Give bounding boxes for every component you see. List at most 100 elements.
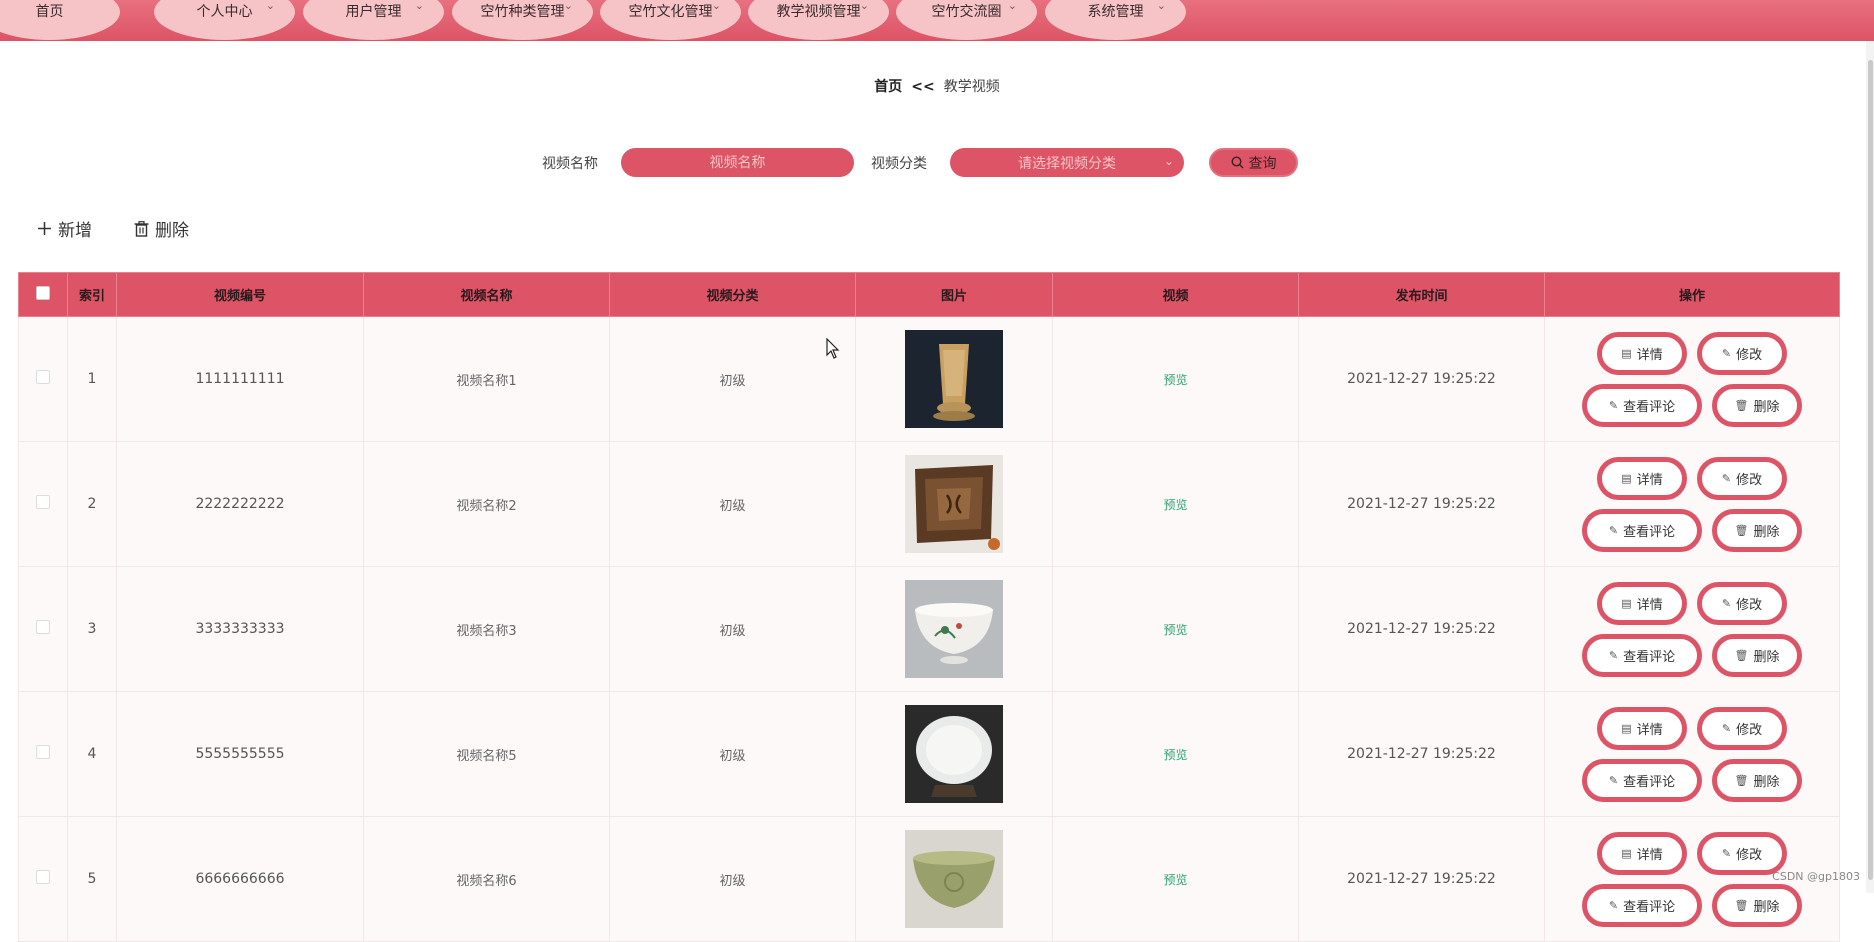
cell-video: 预览: [1052, 566, 1299, 692]
nav-item-user-management[interactable]: 用户管理 ⌄: [303, 0, 444, 40]
row-checkbox[interactable]: [36, 745, 50, 759]
nav-item-label: 用户管理: [345, 4, 402, 20]
video-preview-link[interactable]: 预览: [1163, 373, 1187, 387]
pencil-icon: ✎: [1721, 596, 1732, 610]
cell-image: [855, 566, 1053, 692]
detail-button[interactable]: ▤ 详情: [1597, 706, 1687, 750]
nav-item-diabolo-community[interactable]: 空竹交流圈 ⌄: [896, 0, 1037, 40]
trash-icon: 🗑: [1734, 898, 1749, 912]
row-checkbox[interactable]: [36, 870, 50, 884]
video-preview-link[interactable]: 预览: [1163, 623, 1187, 637]
delete-button[interactable]: 🗑 删除: [1712, 383, 1802, 427]
cell-video-category: 初级: [609, 566, 856, 692]
porcelain-bowl-photo[interactable]: [905, 580, 1003, 678]
cell-video-no: 5555555555: [116, 691, 364, 817]
edit-button[interactable]: ✎ 修改: [1697, 581, 1787, 625]
detail-button-label: 详情: [1636, 597, 1663, 613]
row-select-cell: [18, 816, 68, 942]
video-preview-link[interactable]: 预览: [1163, 748, 1187, 762]
delete-button-label: 删除: [1753, 774, 1780, 790]
delete-button[interactable]: 🗑 删除: [1712, 508, 1802, 552]
detail-button[interactable]: ▤ 详情: [1597, 331, 1687, 375]
nav-item-label: 首页: [35, 4, 64, 20]
delete-button[interactable]: 🗑 删除: [1712, 883, 1802, 927]
cell-actions: ▤ 详情 ✎ 修改 ✎ 查看评论 🗑 删除: [1544, 691, 1840, 817]
nav-item-diabolo-culture[interactable]: 空竹文化管理 ⌄: [600, 0, 741, 40]
nav-item-personal-center[interactable]: 个人中心 ⌄: [154, 0, 295, 40]
video-category-select[interactable]: 请选择视频分类 ⌄: [950, 148, 1184, 177]
cell-image: [855, 316, 1053, 442]
view-comments-button[interactable]: ✎ 查看评论: [1582, 633, 1702, 677]
edit-button-label: 修改: [1736, 597, 1763, 613]
row-checkbox[interactable]: [36, 370, 50, 384]
view-comments-button-label: 查看评论: [1623, 649, 1676, 665]
nav-item-teaching-videos[interactable]: 教学视频管理 ⌄: [748, 0, 889, 40]
view-comments-button[interactable]: ✎ 查看评论: [1582, 883, 1702, 927]
query-button[interactable]: 查询: [1209, 148, 1298, 177]
view-comments-button-label: 查看评论: [1623, 774, 1676, 790]
table-row: 2 2222222222 视频名称2 初级 预览 2021-12-27 19:2…: [18, 441, 1840, 567]
row-select-cell: [18, 441, 68, 567]
chevron-down-icon: ⌄: [563, 0, 573, 12]
cell-video-category: 初级: [609, 441, 856, 567]
view-comments-button[interactable]: ✎ 查看评论: [1582, 758, 1702, 802]
cell-index: 1: [67, 316, 117, 442]
chevron-down-icon: ⌄: [265, 0, 275, 12]
video-name-input[interactable]: [621, 148, 854, 177]
detail-button[interactable]: ▤ 详情: [1597, 581, 1687, 625]
jade-cup-photo[interactable]: [905, 330, 1003, 428]
plus-icon: [38, 222, 51, 235]
breadcrumb-current: 教学视频: [943, 79, 1000, 95]
row-checkbox[interactable]: [36, 495, 50, 509]
cell-video-no: 6666666666: [116, 816, 364, 942]
carved-tray-photo[interactable]: [905, 455, 1003, 553]
cell-publish-time: 2021-12-27 19:25:22: [1298, 566, 1545, 692]
document-icon: ▤: [1621, 846, 1632, 860]
nav-item-diabolo-types[interactable]: 空竹种类管理 ⌄: [452, 0, 593, 40]
view-comments-button[interactable]: ✎ 查看评论: [1582, 383, 1702, 427]
edit-button[interactable]: ✎ 修改: [1697, 706, 1787, 750]
view-comments-button-label: 查看评论: [1623, 524, 1676, 540]
delete-button[interactable]: 🗑 删除: [1712, 633, 1802, 677]
chevron-down-icon: ⌄: [711, 0, 721, 12]
watermark: CSDN @gp1803: [1772, 870, 1860, 883]
row-select-cell: [18, 691, 68, 817]
detail-button[interactable]: ▤ 详情: [1597, 831, 1687, 875]
header-video-no: 视频编号: [116, 272, 364, 317]
cell-image: [855, 691, 1053, 817]
cell-index: 2: [67, 441, 117, 567]
nav-item-home[interactable]: 首页: [0, 0, 120, 40]
video-preview-link[interactable]: 预览: [1163, 498, 1187, 512]
trash-icon: 🗑: [1734, 398, 1749, 412]
edit-button[interactable]: ✎ 修改: [1697, 831, 1787, 875]
edit-button-label: 修改: [1736, 472, 1763, 488]
cell-video-category: 初级: [609, 316, 856, 442]
nav-item-system-management[interactable]: 系统管理 ⌄: [1045, 0, 1186, 40]
cell-video-name: 视频名称2: [363, 441, 610, 567]
delete-button[interactable]: 🗑 删除: [1712, 758, 1802, 802]
header-publish-time: 发布时间: [1298, 272, 1545, 317]
chevron-down-icon: ⌄: [1163, 154, 1174, 168]
edit-button[interactable]: ✎ 修改: [1697, 456, 1787, 500]
cell-video-no: 3333333333: [116, 566, 364, 692]
row-select-cell: [18, 316, 68, 442]
table-row: 1 1111111111 视频名称1 初级 预览 2021-12-27 19:2…: [18, 316, 1840, 442]
cell-video: 预览: [1052, 816, 1299, 942]
select-all-checkbox[interactable]: [36, 285, 50, 300]
batch-delete-button[interactable]: 删除: [134, 216, 189, 241]
cell-image: [855, 816, 1053, 942]
pencil-icon: ✎: [1721, 846, 1732, 860]
header-video-category: 视频分类: [609, 272, 856, 317]
scrollbar-thumb[interactable]: [1868, 60, 1873, 880]
white-dish-photo[interactable]: [905, 705, 1003, 803]
view-comments-button[interactable]: ✎ 查看评论: [1582, 508, 1702, 552]
edit-button-label: 修改: [1736, 347, 1763, 363]
chevron-down-icon: ⌄: [1156, 0, 1166, 12]
celadon-bowl-photo[interactable]: [905, 830, 1003, 928]
detail-button[interactable]: ▤ 详情: [1597, 456, 1687, 500]
breadcrumb-home[interactable]: 首页: [874, 79, 902, 95]
row-checkbox[interactable]: [36, 620, 50, 634]
video-preview-link[interactable]: 预览: [1163, 873, 1187, 887]
add-button[interactable]: 新增: [37, 216, 92, 241]
edit-button[interactable]: ✎ 修改: [1697, 331, 1787, 375]
